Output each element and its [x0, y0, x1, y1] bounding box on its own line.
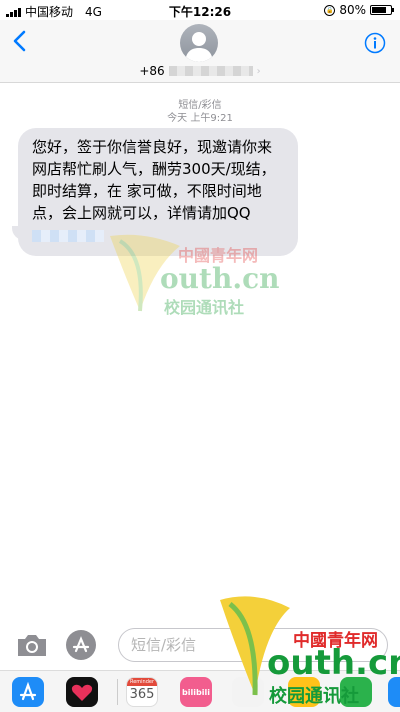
calendar-app-label: Reminder — [127, 678, 157, 686]
watermark-large-domain: outh.cn — [267, 643, 400, 683]
person-silhouette-icon — [185, 32, 213, 62]
battery-percent: 80% — [339, 3, 366, 17]
watermark-logo-large: 中國青年网 outh.cn 校园通讯社 — [205, 590, 400, 711]
app-store-app[interactable] — [12, 677, 44, 707]
conversation-header: +86 › — [0, 20, 400, 83]
watermark-subtitle: 校园通讯社 — [164, 298, 245, 317]
redacted-number — [168, 66, 253, 76]
status-right: 🔒 80% — [324, 3, 394, 17]
info-icon[interactable] — [364, 32, 386, 54]
country-code: +86 — [139, 64, 165, 78]
rotation-lock-icon: 🔒 — [324, 4, 336, 16]
message-text: 您好，签于你信誉良好，现邀请你来网店帮忙刷人气，酬劳300天/现结，即时结算，在… — [32, 138, 276, 222]
app-store-icon — [19, 681, 37, 701]
contact-avatar[interactable] — [180, 24, 218, 62]
watermark-large-subtitle: 校园通讯社 — [269, 686, 359, 707]
drawer-divider — [117, 679, 118, 705]
calendar-app-number: 365 — [129, 687, 155, 702]
watermark-domain: outh.cn — [160, 262, 280, 295]
message-timestamp: 今天 上午9:21 — [167, 113, 233, 124]
calendar-365-app[interactable]: Reminder 365 — [126, 677, 158, 707]
app-store-icon — [72, 636, 90, 653]
contact-number[interactable]: +86 › — [0, 64, 400, 78]
digital-touch-app[interactable] — [66, 677, 98, 707]
battery-icon — [370, 5, 394, 15]
redacted-qq-number — [32, 229, 104, 242]
chevron-right-icon: › — [256, 65, 261, 77]
camera-icon[interactable] — [16, 632, 48, 658]
app-store-button[interactable] — [66, 630, 96, 660]
heart-icon — [71, 684, 93, 701]
status-bar: 中国移动 4G 下午12:26 🔒 80% — [0, 0, 400, 20]
back-chevron-icon[interactable] — [10, 30, 32, 52]
